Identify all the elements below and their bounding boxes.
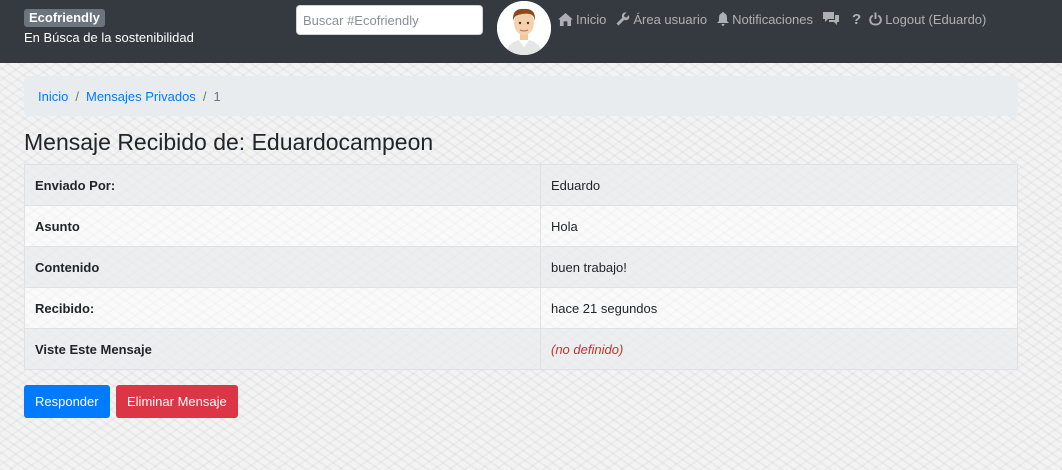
nav-area-usuario[interactable]: Área usuario [616,12,707,27]
detail-label: Contenido [24,246,541,288]
detail-label: Viste Este Mensaje [24,328,541,370]
breadcrumb: Inicio / Mensajes Privados / 1 [24,76,1018,116]
nav-logout-label: Logout (Eduardo) [885,11,987,27]
help-icon: ? [852,10,862,28]
nav-menu: Inicio Área usuario Notificaciones ? Log… [558,10,996,28]
home-icon [558,12,573,26]
brand-tagline: En Búsca de la sostenibilidad [24,30,194,45]
nav-inicio[interactable]: Inicio [558,12,606,27]
wrench-icon [616,12,630,26]
table-row: Asunto Hola [24,205,1018,247]
breadcrumb-separator: / [75,88,79,104]
not-set-value: (no definido) [551,341,624,357]
table-row: Enviado Por: Eduardo [24,164,1018,206]
detail-value: hace 21 segundos [540,287,1018,329]
detail-label: Recibido: [24,287,541,329]
detail-value: buen trabajo! [540,246,1018,288]
bell-icon [717,12,730,26]
brand-logo[interactable]: Ecofriendly [24,9,105,27]
nav-inicio-label: Inicio [576,11,607,27]
detail-value: Eduardo [540,164,1018,206]
detail-label: Asunto [24,205,541,247]
user-avatar[interactable] [497,1,551,55]
table-row: Viste Este Mensaje (no definido) [24,328,1018,370]
nav-mensajes[interactable] [823,12,842,26]
reply-button[interactable]: Responder [24,385,110,418]
nav-notificaciones-label: Notificaciones [732,11,814,27]
message-detail-table: Enviado Por: Eduardo Asunto Hola Conteni… [24,164,1018,370]
nav-help[interactable]: ? [852,11,861,28]
page-title: Mensaje Recibido de: Eduardocampeon [24,129,434,155]
detail-value: (no definido) [540,328,1018,370]
nav-logout[interactable]: Logout (Eduardo) [869,12,986,27]
nav-notificaciones[interactable]: Notificaciones [717,12,813,27]
breadcrumb-mensajes-privados[interactable]: Mensajes Privados [86,89,196,104]
search-input[interactable] [296,5,483,35]
avatar-image [497,1,551,55]
table-row: Recibido: hace 21 segundos [24,287,1018,329]
breadcrumb-separator: / [202,88,207,104]
nav-area-usuario-label: Área usuario [633,11,708,27]
delete-message-button[interactable]: Eliminar Mensaje [116,385,238,418]
detail-value: Hola [540,205,1018,247]
table-row: Contenido buen trabajo! [24,246,1018,288]
detail-label: Enviado Por: [24,164,541,206]
breadcrumb-inicio[interactable]: Inicio [38,89,68,104]
power-icon [869,12,883,26]
breadcrumb-current: 1 [213,88,221,104]
messages-icon [823,12,840,25]
navbar: Ecofriendly En Búsca de la sostenibilida… [0,0,1062,63]
